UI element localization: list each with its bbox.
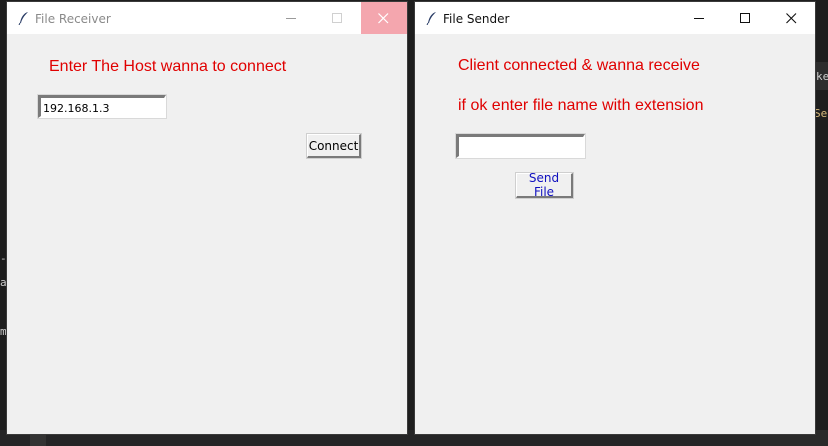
maximize-icon	[332, 13, 342, 23]
minimize-icon	[694, 18, 704, 19]
receiver-close-button[interactable]	[361, 2, 407, 34]
sender-titlebar[interactable]: File Sender	[415, 2, 815, 34]
receiver-titlebar[interactable]: File Receiver	[7, 2, 407, 34]
client-connected-label: Client connected & wanna receive	[458, 57, 700, 74]
sender-window-title: File Sender	[443, 12, 510, 26]
background-text-fragment: -	[0, 252, 7, 265]
sender-close-button[interactable]	[769, 2, 815, 34]
minimize-icon	[286, 18, 296, 19]
background-text-fragment: ke	[816, 70, 828, 83]
file-sender-window: File Sender Client connected & wanna rec…	[415, 2, 815, 434]
filename-input[interactable]	[456, 134, 585, 158]
feather-icon	[18, 12, 28, 25]
sender-minimize-button[interactable]	[677, 2, 723, 34]
close-icon	[378, 13, 389, 24]
host-prompt-label: Enter The Host wanna to connect	[49, 58, 287, 75]
connect-button[interactable]: Connect	[307, 134, 361, 158]
host-input[interactable]	[38, 95, 166, 118]
send-file-button[interactable]: Send File	[516, 171, 573, 199]
filename-instruction-label: if ok enter file name with extension	[458, 97, 704, 114]
close-icon	[786, 13, 797, 24]
maximize-icon	[740, 13, 750, 23]
background-text-fragment: Ser	[814, 107, 828, 120]
receiver-window-title: File Receiver	[35, 12, 111, 26]
feather-icon	[426, 12, 436, 25]
receiver-minimize-button[interactable]	[269, 2, 315, 34]
file-receiver-window: File Receiver Enter The Host wanna to co…	[7, 2, 407, 434]
sender-maximize-button[interactable]	[723, 2, 769, 34]
background-text-fragment: m	[0, 325, 7, 338]
receiver-maximize-button[interactable]	[315, 2, 361, 34]
